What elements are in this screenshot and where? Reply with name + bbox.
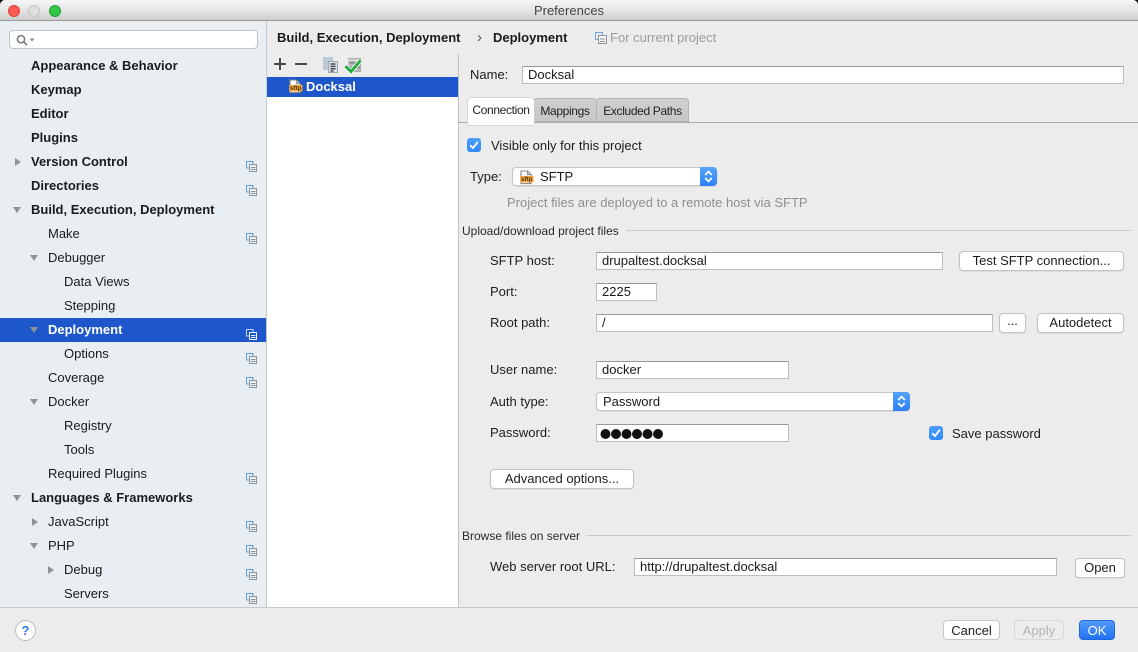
svg-text:sftp: sftp	[290, 85, 302, 92]
svg-text:sftp: sftp	[521, 176, 533, 183]
